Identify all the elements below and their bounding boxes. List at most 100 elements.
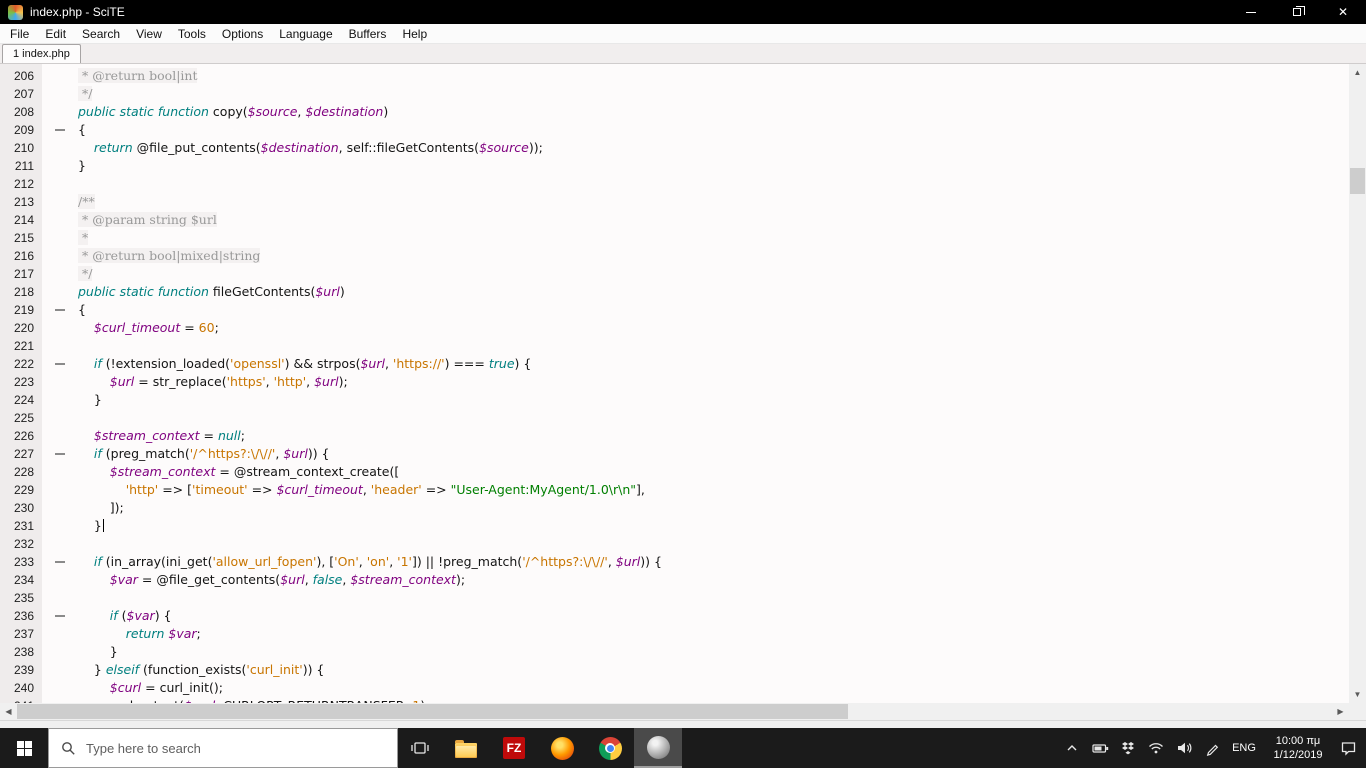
- fold-marker[interactable]: [42, 355, 78, 373]
- code-text[interactable]: $url = str_replace('https', 'http', $url…: [78, 373, 348, 391]
- scroll-right-arrow-icon[interactable]: ▶: [1332, 703, 1349, 720]
- line-number[interactable]: 236: [0, 607, 42, 625]
- menu-item-edit[interactable]: Edit: [37, 27, 74, 41]
- scite-taskbar-button[interactable]: [634, 728, 682, 768]
- code-text[interactable]: $curl = curl_init();: [78, 679, 223, 697]
- code-text[interactable]: public static function fileGetContents($…: [78, 283, 345, 301]
- code-text[interactable]: {: [78, 301, 86, 319]
- network-status-button[interactable]: [1144, 728, 1168, 768]
- close-button[interactable]: ✕: [1320, 0, 1366, 24]
- tab-index-php[interactable]: 1 index.php: [2, 44, 81, 63]
- code-text[interactable]: $var = @file_get_contents($url, false, $…: [78, 571, 465, 589]
- code-text[interactable]: if ($var) {: [78, 607, 172, 625]
- code-text[interactable]: */: [78, 265, 93, 283]
- line-number[interactable]: 230: [0, 499, 42, 517]
- line-number[interactable]: 217: [0, 265, 42, 283]
- code-text[interactable]: }: [78, 391, 102, 409]
- vertical-scrollbar-thumb[interactable]: [1350, 168, 1365, 194]
- language-indicator[interactable]: ENG: [1228, 742, 1260, 754]
- code-text[interactable]: return @file_put_contents($destination, …: [78, 139, 543, 157]
- line-number[interactable]: 228: [0, 463, 42, 481]
- code-text[interactable]: if (!extension_loaded('openssl') && strp…: [78, 355, 531, 373]
- scroll-down-arrow-icon[interactable]: ▼: [1349, 686, 1366, 703]
- line-number[interactable]: 223: [0, 373, 42, 391]
- line-number[interactable]: 207: [0, 85, 42, 103]
- fold-marker[interactable]: [42, 445, 78, 463]
- line-number[interactable]: 225: [0, 409, 42, 427]
- fold-open-icon[interactable]: [55, 129, 65, 131]
- line-number[interactable]: 240: [0, 679, 42, 697]
- code-text[interactable]: /**: [78, 193, 95, 211]
- fold-open-icon[interactable]: [55, 309, 65, 311]
- task-view-button[interactable]: [398, 728, 442, 768]
- line-number[interactable]: 222: [0, 355, 42, 373]
- menu-item-view[interactable]: View: [128, 27, 170, 41]
- line-number[interactable]: 214: [0, 211, 42, 229]
- line-number[interactable]: 213: [0, 193, 42, 211]
- code-text[interactable]: $stream_context = null;: [78, 427, 245, 445]
- chrome-button[interactable]: [586, 728, 634, 768]
- menu-item-file[interactable]: File: [2, 27, 37, 41]
- line-number[interactable]: 231: [0, 517, 42, 535]
- code-text[interactable]: *: [78, 229, 89, 247]
- clock[interactable]: 10:00 πμ 1/12/2019: [1264, 734, 1332, 762]
- code-text[interactable]: ]);: [78, 499, 124, 517]
- code-text[interactable]: 'http' => ['timeout' => $curl_timeout, '…: [78, 481, 645, 499]
- fold-open-icon[interactable]: [55, 453, 65, 455]
- line-number[interactable]: 235: [0, 589, 42, 607]
- battery-status-button[interactable]: [1088, 728, 1112, 768]
- dropbox-tray-button[interactable]: [1116, 728, 1140, 768]
- line-number[interactable]: 210: [0, 139, 42, 157]
- menu-item-help[interactable]: Help: [394, 27, 435, 41]
- line-number[interactable]: 221: [0, 337, 42, 355]
- file-explorer-button[interactable]: [442, 728, 490, 768]
- line-number[interactable]: 216: [0, 247, 42, 265]
- code-text[interactable]: }: [78, 517, 104, 535]
- code-text[interactable]: }: [78, 643, 118, 661]
- line-number[interactable]: 239: [0, 661, 42, 679]
- line-number[interactable]: 208: [0, 103, 42, 121]
- code-text[interactable]: } elseif (function_exists('curl_init')) …: [78, 661, 325, 679]
- menu-item-options[interactable]: Options: [214, 27, 271, 41]
- code-text[interactable]: {: [78, 121, 86, 139]
- filezilla-button[interactable]: FZ: [490, 728, 538, 768]
- line-number[interactable]: 220: [0, 319, 42, 337]
- scroll-left-arrow-icon[interactable]: ◀: [0, 703, 17, 720]
- fold-marker[interactable]: [42, 301, 78, 319]
- firefox-button[interactable]: [538, 728, 586, 768]
- code-text[interactable]: * @return bool|mixed|string: [78, 247, 261, 265]
- code-lines[interactable]: 206 * @return bool|int 207 */ 208 public st…: [0, 64, 1349, 703]
- line-number[interactable]: 232: [0, 535, 42, 553]
- line-number[interactable]: 206: [0, 67, 42, 85]
- code-text[interactable]: return $var;: [78, 625, 201, 643]
- taskbar-search-input[interactable]: Type here to search: [48, 728, 398, 768]
- code-text[interactable]: * @param string $url: [78, 211, 217, 229]
- fold-open-icon[interactable]: [55, 615, 65, 617]
- code-text[interactable]: $stream_context = @stream_context_create…: [78, 463, 399, 481]
- horizontal-scrollbar-thumb[interactable]: [17, 704, 848, 719]
- line-number[interactable]: 226: [0, 427, 42, 445]
- maximize-restore-button[interactable]: [1274, 0, 1320, 24]
- horizontal-scrollbar[interactable]: ◀ ▶: [0, 703, 1349, 720]
- code-text[interactable]: }: [78, 157, 86, 175]
- menu-item-buffers[interactable]: Buffers: [341, 27, 395, 41]
- minimize-button[interactable]: [1228, 0, 1274, 24]
- scroll-up-arrow-icon[interactable]: ▲: [1349, 64, 1366, 81]
- line-number[interactable]: 229: [0, 481, 42, 499]
- line-number[interactable]: 234: [0, 571, 42, 589]
- fold-marker[interactable]: [42, 553, 78, 571]
- start-button[interactable]: [0, 728, 48, 768]
- vertical-scrollbar[interactable]: ▲ ▼: [1349, 64, 1366, 703]
- line-number[interactable]: 227: [0, 445, 42, 463]
- code-text[interactable]: if (in_array(ini_get('allow_url_fopen'),…: [78, 553, 662, 571]
- line-number[interactable]: 233: [0, 553, 42, 571]
- line-number[interactable]: 215: [0, 229, 42, 247]
- fold-open-icon[interactable]: [55, 363, 65, 365]
- action-center-button[interactable]: [1336, 728, 1360, 768]
- menu-item-search[interactable]: Search: [74, 27, 128, 41]
- line-number[interactable]: 211: [0, 157, 42, 175]
- line-number[interactable]: 219: [0, 301, 42, 319]
- tray-chevron-button[interactable]: [1060, 728, 1084, 768]
- code-text[interactable]: * @return bool|int: [78, 67, 198, 85]
- code-text[interactable]: if (preg_match('/^https?:\/\//', $url)) …: [78, 445, 330, 463]
